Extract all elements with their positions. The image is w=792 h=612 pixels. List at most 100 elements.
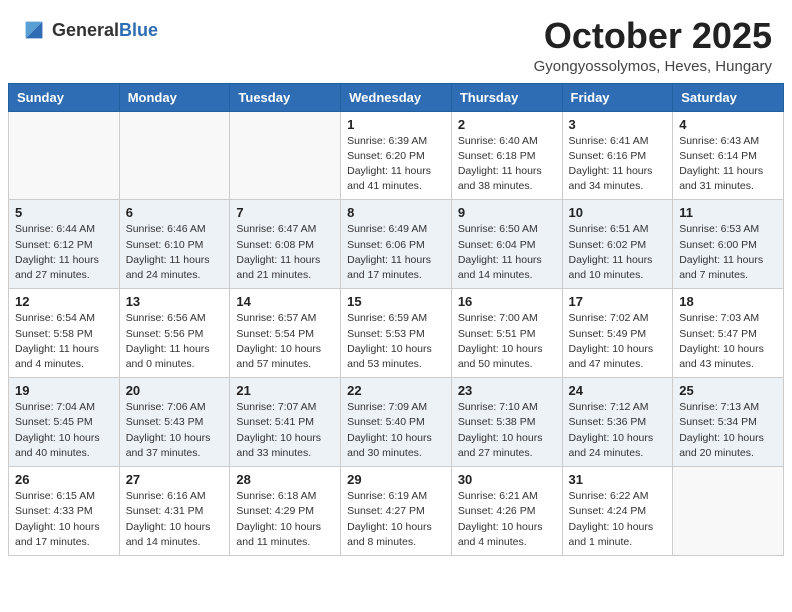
calendar-day-cell: 31 Sunrise: 6:22 AM Sunset: 4:24 PM Dayli…: [562, 467, 673, 556]
day-number: 22: [347, 383, 445, 398]
calendar-day-cell: 26Sunrise: 6:15 AM Sunset: 4:33 PM Dayli…: [9, 467, 120, 556]
calendar-day-cell: [9, 111, 120, 200]
day-number: 9: [458, 205, 556, 220]
calendar-day-cell: 23 Sunrise: 7:10 AM Sunset: 5:38 PM Dayli…: [451, 378, 562, 467]
day-number: 17: [569, 294, 667, 309]
calendar-day-cell: [230, 111, 341, 200]
day-info: Sunrise: 6:39 AM Sunset: 6:20 PM Dayligh…: [347, 134, 445, 195]
calendar-day-cell: 21Sunrise: 7:07 AM Sunset: 5:41 PM Dayli…: [230, 378, 341, 467]
day-info: Sunrise: 6:49 AM Sunset: 6:06 PM Dayligh…: [347, 222, 445, 283]
calendar-day-cell: 24 Sunrise: 7:12 AM Sunset: 5:36 PM Dayli…: [562, 378, 673, 467]
day-number: 14: [236, 294, 334, 309]
day-info: Sunrise: 7:09 AM Sunset: 5:40 PM Dayligh…: [347, 400, 445, 461]
day-info: Sunrise: 6:19 AM Sunset: 4:27 PM Dayligh…: [347, 489, 445, 550]
day-number: 4: [679, 117, 777, 132]
day-info: Sunrise: 6:18 AM Sunset: 4:29 PM Dayligh…: [236, 489, 334, 550]
col-sunday: Sunday: [9, 83, 120, 111]
logo-icon: [20, 16, 48, 44]
day-info: Sunrise: 6:46 AM Sunset: 6:10 PM Dayligh…: [126, 222, 224, 283]
day-info: Sunrise: 7:03 AM Sunset: 5:47 PM Dayligh…: [679, 311, 777, 372]
calendar-day-cell: 29 Sunrise: 6:19 AM Sunset: 4:27 PM Dayli…: [341, 467, 452, 556]
page-container: GeneralBlue October 2025 Gyongyossolymos…: [0, 0, 792, 556]
day-info: Sunrise: 6:15 AM Sunset: 4:33 PM Dayligh…: [15, 489, 113, 550]
calendar-week-row: 5Sunrise: 6:44 AM Sunset: 6:12 PM Daylig…: [9, 200, 784, 289]
calendar-day-cell: 1Sunrise: 6:39 AM Sunset: 6:20 PM Daylig…: [341, 111, 452, 200]
calendar-day-cell: 15 Sunrise: 6:59 AM Sunset: 5:53 PM Dayli…: [341, 289, 452, 378]
calendar-day-cell: 16 Sunrise: 7:00 AM Sunset: 5:51 PM Dayli…: [451, 289, 562, 378]
day-info: Sunrise: 6:41 AM Sunset: 6:16 PM Dayligh…: [569, 134, 667, 195]
calendar-day-cell: 8 Sunrise: 6:49 AM Sunset: 6:06 PM Daylig…: [341, 200, 452, 289]
col-saturday: Saturday: [673, 83, 784, 111]
day-number: 19: [15, 383, 113, 398]
calendar-week-row: 19 Sunrise: 7:04 AM Sunset: 5:45 PM Dayli…: [9, 378, 784, 467]
calendar-day-cell: 22 Sunrise: 7:09 AM Sunset: 5:40 PM Dayli…: [341, 378, 452, 467]
day-number: 20: [126, 383, 224, 398]
calendar-day-cell: 13 Sunrise: 6:56 AM Sunset: 5:56 PM Dayli…: [119, 289, 230, 378]
day-info: Sunrise: 6:40 AM Sunset: 6:18 PM Dayligh…: [458, 134, 556, 195]
day-number: 13: [126, 294, 224, 309]
day-info: Sunrise: 7:00 AM Sunset: 5:51 PM Dayligh…: [458, 311, 556, 372]
calendar-day-cell: 17 Sunrise: 7:02 AM Sunset: 5:49 PM Dayli…: [562, 289, 673, 378]
logo: GeneralBlue: [20, 16, 158, 44]
calendar-table: Sunday Monday Tuesday Wednesday Thursday…: [8, 83, 784, 556]
day-number: 21: [236, 383, 334, 398]
col-thursday: Thursday: [451, 83, 562, 111]
calendar-week-row: 12Sunrise: 6:54 AM Sunset: 5:58 PM Dayli…: [9, 289, 784, 378]
day-info: Sunrise: 7:02 AM Sunset: 5:49 PM Dayligh…: [569, 311, 667, 372]
day-info: Sunrise: 7:12 AM Sunset: 5:36 PM Dayligh…: [569, 400, 667, 461]
day-number: 23: [458, 383, 556, 398]
day-number: 31: [569, 472, 667, 487]
day-info: Sunrise: 6:56 AM Sunset: 5:56 PM Dayligh…: [126, 311, 224, 372]
day-info: Sunrise: 6:57 AM Sunset: 5:54 PM Dayligh…: [236, 311, 334, 372]
day-info: Sunrise: 6:43 AM Sunset: 6:14 PM Dayligh…: [679, 134, 777, 195]
calendar-day-cell: 27Sunrise: 6:16 AM Sunset: 4:31 PM Dayli…: [119, 467, 230, 556]
col-monday: Monday: [119, 83, 230, 111]
col-friday: Friday: [562, 83, 673, 111]
day-info: Sunrise: 6:59 AM Sunset: 5:53 PM Dayligh…: [347, 311, 445, 372]
day-info: Sunrise: 6:44 AM Sunset: 6:12 PM Dayligh…: [15, 222, 113, 283]
calendar-day-cell: 10 Sunrise: 6:51 AM Sunset: 6:02 PM Dayli…: [562, 200, 673, 289]
title-section: October 2025 Gyongyossolymos, Heves, Hun…: [534, 16, 772, 75]
day-info: Sunrise: 6:47 AM Sunset: 6:08 PM Dayligh…: [236, 222, 334, 283]
day-number: 24: [569, 383, 667, 398]
calendar-day-cell: 3 Sunrise: 6:41 AM Sunset: 6:16 PM Daylig…: [562, 111, 673, 200]
calendar-day-cell: 7 Sunrise: 6:47 AM Sunset: 6:08 PM Daylig…: [230, 200, 341, 289]
col-tuesday: Tuesday: [230, 83, 341, 111]
day-info: Sunrise: 6:22 AM Sunset: 4:24 PM Dayligh…: [569, 489, 667, 550]
day-number: 16: [458, 294, 556, 309]
calendar-day-cell: 25Sunrise: 7:13 AM Sunset: 5:34 PM Dayli…: [673, 378, 784, 467]
day-number: 2: [458, 117, 556, 132]
day-number: 15: [347, 294, 445, 309]
calendar-day-cell: 30Sunrise: 6:21 AM Sunset: 4:26 PM Dayli…: [451, 467, 562, 556]
day-number: 7: [236, 205, 334, 220]
calendar-day-cell: 12Sunrise: 6:54 AM Sunset: 5:58 PM Dayli…: [9, 289, 120, 378]
day-info: Sunrise: 6:53 AM Sunset: 6:00 PM Dayligh…: [679, 222, 777, 283]
col-wednesday: Wednesday: [341, 83, 452, 111]
day-info: Sunrise: 6:54 AM Sunset: 5:58 PM Dayligh…: [15, 311, 113, 372]
day-number: 6: [126, 205, 224, 220]
calendar-week-row: 1Sunrise: 6:39 AM Sunset: 6:20 PM Daylig…: [9, 111, 784, 200]
day-info: Sunrise: 6:51 AM Sunset: 6:02 PM Dayligh…: [569, 222, 667, 283]
day-number: 10: [569, 205, 667, 220]
calendar-day-cell: 6 Sunrise: 6:46 AM Sunset: 6:10 PM Daylig…: [119, 200, 230, 289]
calendar-day-cell: 20Sunrise: 7:06 AM Sunset: 5:43 PM Dayli…: [119, 378, 230, 467]
day-number: 3: [569, 117, 667, 132]
day-info: Sunrise: 7:10 AM Sunset: 5:38 PM Dayligh…: [458, 400, 556, 461]
day-number: 8: [347, 205, 445, 220]
header: GeneralBlue October 2025 Gyongyossolymos…: [0, 0, 792, 83]
logo-general: General: [52, 20, 119, 40]
day-number: 11: [679, 205, 777, 220]
day-number: 29: [347, 472, 445, 487]
calendar-day-cell: 9Sunrise: 6:50 AM Sunset: 6:04 PM Daylig…: [451, 200, 562, 289]
calendar-day-cell: 18Sunrise: 7:03 AM Sunset: 5:47 PM Dayli…: [673, 289, 784, 378]
calendar-header-row: Sunday Monday Tuesday Wednesday Thursday…: [9, 83, 784, 111]
location-subtitle: Gyongyossolymos, Heves, Hungary: [534, 58, 772, 75]
day-info: Sunrise: 7:13 AM Sunset: 5:34 PM Dayligh…: [679, 400, 777, 461]
calendar-day-cell: 11 Sunrise: 6:53 AM Sunset: 6:00 PM Dayli…: [673, 200, 784, 289]
calendar-week-row: 26Sunrise: 6:15 AM Sunset: 4:33 PM Dayli…: [9, 467, 784, 556]
calendar-day-cell: 5Sunrise: 6:44 AM Sunset: 6:12 PM Daylig…: [9, 200, 120, 289]
calendar-day-cell: 14 Sunrise: 6:57 AM Sunset: 5:54 PM Dayli…: [230, 289, 341, 378]
month-title: October 2025: [534, 16, 772, 56]
calendar-day-cell: [673, 467, 784, 556]
day-info: Sunrise: 7:04 AM Sunset: 5:45 PM Dayligh…: [15, 400, 113, 461]
